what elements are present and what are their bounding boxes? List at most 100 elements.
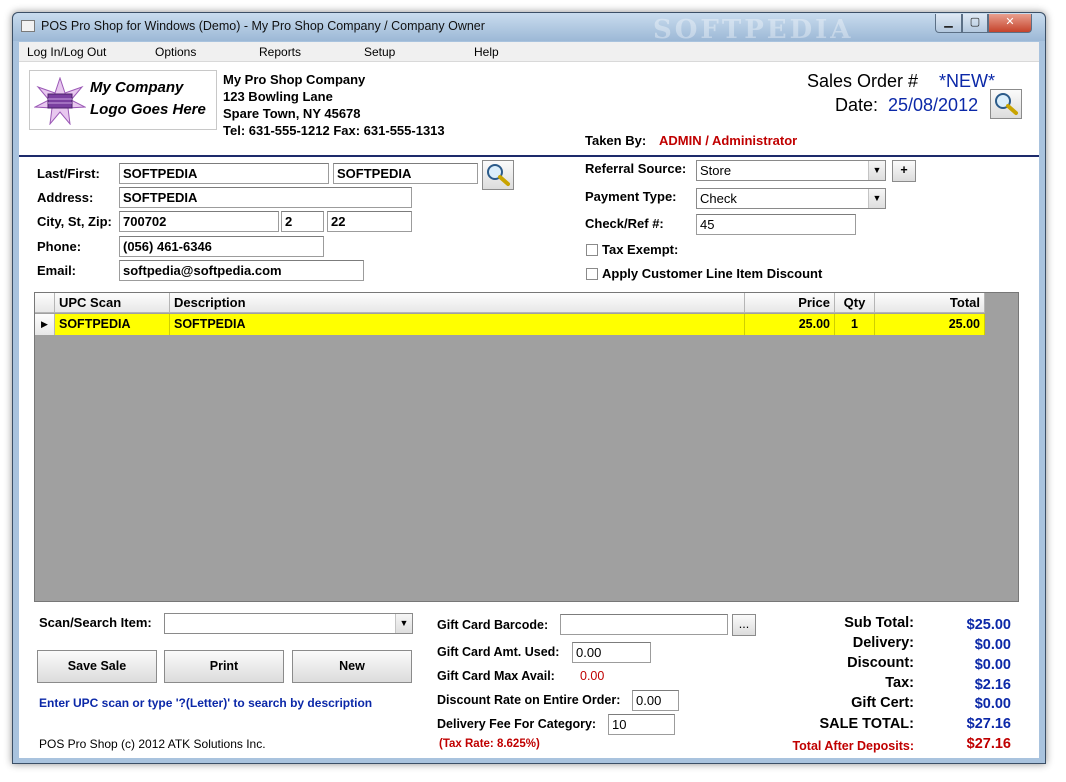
menu-login[interactable]: Log In/Log Out [27, 45, 106, 59]
check-ref-input[interactable]: 45 [696, 214, 856, 235]
date-search-button[interactable] [990, 89, 1022, 119]
column-description[interactable]: Description [170, 293, 745, 313]
payment-type-value: Check [700, 191, 737, 206]
giftcert-label: Gift Cert: [851, 695, 914, 711]
logo-line2: Logo Goes Here [90, 101, 206, 118]
line-discount-checkbox[interactable] [586, 268, 598, 280]
zip-input[interactable]: 22 [327, 211, 412, 232]
tax-exempt-checkbox[interactable] [586, 244, 598, 256]
delivery-fee-label: Delivery Fee For Category: [437, 717, 597, 731]
cell-price[interactable]: 25.00 [745, 314, 835, 335]
row-header-corner [35, 293, 55, 313]
discount-rate-label: Discount Rate on Entire Order: [437, 693, 621, 707]
referral-value: Store [700, 163, 732, 178]
phone-input[interactable]: (056) 461-6346 [119, 236, 324, 257]
order-date: 25/08/2012 [888, 95, 979, 115]
cell-upc[interactable]: SOFTPEDIA [55, 314, 170, 335]
logo-line1: My Company [90, 79, 184, 96]
header-divider [19, 155, 1039, 157]
delivery-label: Delivery: [852, 635, 914, 651]
taken-by-label: Taken By: [585, 133, 647, 148]
column-total[interactable]: Total [875, 293, 985, 313]
gift-barcode-input[interactable] [560, 614, 728, 635]
menu-options[interactable]: Options [155, 45, 196, 59]
csz-label: City, St, Zip: [37, 214, 112, 229]
dropdown-arrow-icon: ▼ [395, 614, 412, 633]
close-button[interactable]: ✕ [988, 14, 1032, 33]
row-pointer-icon: ▶ [35, 314, 55, 335]
taken-by-value: ADMIN / Administrator [659, 133, 798, 148]
tax-value: $2.16 [974, 677, 1011, 693]
lastfirst-label: Last/First: [37, 166, 100, 181]
line-items-grid[interactable]: UPC Scan Description Price Qty Total ▶ S… [34, 292, 1019, 602]
client-area: Log In/Log Out Options Reports Setup Hel… [19, 42, 1039, 758]
company-name: My Pro Shop Company [223, 72, 366, 87]
magnifier-icon [995, 93, 1018, 115]
delivery-value: $0.00 [974, 637, 1011, 653]
after-deposits-value: $27.16 [966, 736, 1011, 752]
phone-label: Phone: [37, 239, 82, 254]
sale-total-label: SALE TOTAL: [819, 716, 914, 732]
address-input[interactable]: SOFTPEDIA [119, 187, 412, 208]
referral-label: Referral Source: [585, 161, 687, 176]
cell-description[interactable]: SOFTPEDIA [170, 314, 745, 335]
logo-star-icon [34, 77, 86, 125]
minimize-button[interactable]: ▁ [935, 14, 962, 33]
new-button[interactable]: New [292, 650, 412, 683]
giftcert-value: $0.00 [974, 696, 1011, 712]
payment-type-select[interactable]: Check ▼ [696, 188, 886, 209]
address-label: Address: [37, 190, 94, 205]
print-button[interactable]: Print [164, 650, 284, 683]
menu-setup[interactable]: Setup [364, 45, 395, 59]
tax-label: Tax: [885, 675, 914, 691]
customer-search-button[interactable] [482, 160, 514, 190]
payment-type-label: Payment Type: [585, 189, 677, 204]
menu-help[interactable]: Help [474, 45, 499, 59]
after-deposits-label: Total After Deposits: [792, 739, 914, 753]
column-qty[interactable]: Qty [835, 293, 875, 313]
app-window: POS Pro Shop for Windows (Demo) - My Pro… [12, 12, 1046, 764]
window-title: POS Pro Shop for Windows (Demo) - My Pro… [41, 19, 485, 33]
last-name-input[interactable]: SOFTPEDIA [119, 163, 329, 184]
email-label: Email: [37, 263, 77, 278]
scan-search-combo[interactable]: ▼ [164, 613, 413, 634]
company-phones: Tel: 631-555-1212 Fax: 631-555-1313 [223, 123, 445, 138]
cell-total[interactable]: 25.00 [875, 314, 985, 335]
order-label: Sales Order # [807, 71, 919, 91]
gift-amt-used-label: Gift Card Amt. Used: [437, 645, 560, 659]
discount-value: $0.00 [974, 657, 1011, 673]
menu-reports[interactable]: Reports [259, 45, 301, 59]
cell-qty[interactable]: 1 [835, 314, 875, 335]
tax-exempt-label: Tax Exempt: [602, 242, 679, 257]
gift-max-avail-value: 0.00 [580, 669, 605, 683]
state-input[interactable]: 2 [281, 211, 324, 232]
subtotal-label: Sub Total: [844, 615, 914, 631]
magnifier-icon [487, 164, 510, 186]
maximize-button[interactable]: ▢ [962, 14, 988, 33]
dropdown-arrow-icon: ▼ [868, 189, 885, 208]
add-referral-button[interactable]: + [892, 160, 916, 182]
column-upc[interactable]: UPC Scan [55, 293, 170, 313]
sale-total-value: $27.16 [966, 716, 1011, 732]
scan-hint: Enter UPC scan or type '?(Letter)' to se… [39, 696, 373, 710]
menu-bar: Log In/Log Out Options Reports Setup Hel… [19, 42, 1039, 62]
dropdown-arrow-icon: ▼ [868, 161, 885, 180]
company-city: Spare Town, NY 45678 [223, 106, 361, 121]
copyright: POS Pro Shop (c) 2012 ATK Solutions Inc. [39, 737, 266, 751]
title-bar[interactable]: POS Pro Shop for Windows (Demo) - My Pro… [13, 13, 1045, 45]
discount-rate-input[interactable]: 0.00 [632, 690, 679, 711]
app-icon [21, 20, 35, 32]
referral-select[interactable]: Store ▼ [696, 160, 886, 181]
save-sale-button[interactable]: Save Sale [37, 650, 157, 683]
city-input[interactable]: 700702 [119, 211, 279, 232]
gift-amt-used-input[interactable]: 0.00 [572, 642, 651, 663]
email-input[interactable]: softpedia@softpedia.com [119, 260, 364, 281]
company-street: 123 Bowling Lane [223, 89, 333, 104]
gift-max-avail-label: Gift Card Max Avail: [437, 669, 555, 683]
first-name-input[interactable]: SOFTPEDIA [333, 163, 478, 184]
line-discount-label: Apply Customer Line Item Discount [602, 266, 823, 281]
gift-barcode-label: Gift Card Barcode: [437, 618, 549, 632]
discount-label: Discount: [847, 655, 914, 671]
column-price[interactable]: Price [745, 293, 835, 313]
delivery-fee-input[interactable]: 10 [608, 714, 675, 735]
